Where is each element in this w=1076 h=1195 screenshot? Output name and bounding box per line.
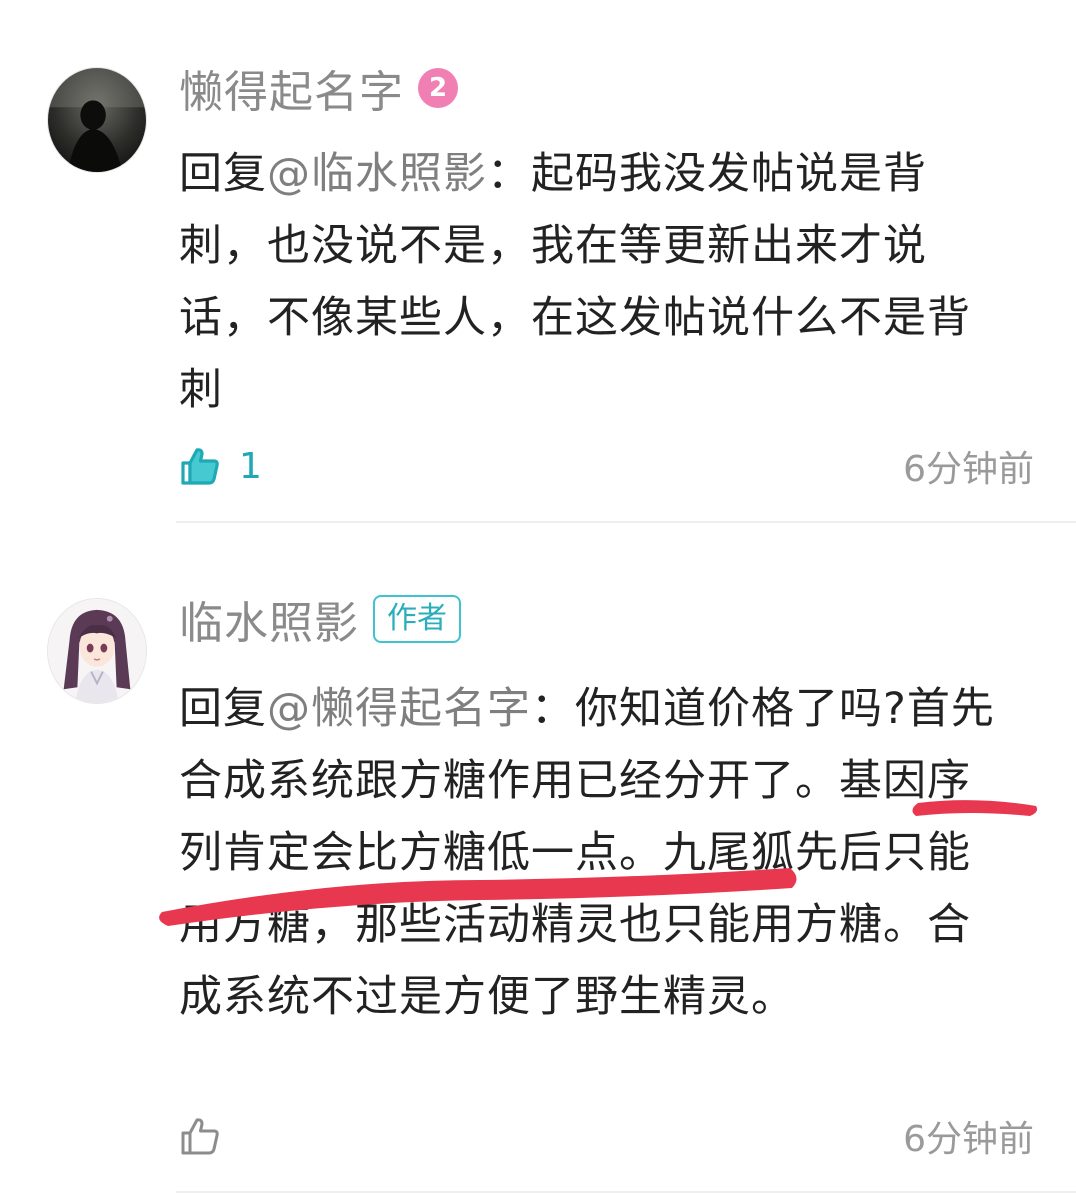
avatar[interactable]: [47, 598, 147, 704]
username[interactable]: 懒得起名字: [179, 56, 404, 120]
avatar[interactable]: [47, 67, 147, 173]
comment-item: 临水照影 作者 回复@懒得起名字：你知道价格了吗?首先合成系统跟方糖作用已经分开…: [0, 523, 1076, 1195]
reply-prefix: 回复: [179, 684, 267, 734]
comment-text: 回复@临水照影：起码我没发帖说是背刺，也没说不是，我在等更新出来才说话，不像某些…: [179, 138, 1009, 426]
reply-prefix: 回复: [179, 149, 267, 199]
author-badge: 作者: [373, 595, 461, 643]
comment-header: 临水照影 作者: [179, 591, 461, 649]
comment-item: 懒得起名字 2 回复@临水照影：起码我没发帖说是背刺，也没说不是，我在等更新出来…: [0, 0, 1076, 522]
avatar-photo: [48, 68, 146, 172]
level-badge: 2: [418, 68, 458, 108]
thumbs-up-outline-icon: [181, 1118, 219, 1155]
comment-divider: [176, 1191, 1076, 1193]
comment-header: 懒得起名字 2: [179, 60, 458, 118]
like-button[interactable]: 1: [179, 445, 262, 487]
comment-text: 回复@懒得起名字：你知道价格了吗?首先合成系统跟方糖作用已经分开了。基因序列肯定…: [179, 673, 1009, 1033]
thumbs-up-filled-icon: [181, 448, 219, 485]
like-button[interactable]: [179, 1115, 221, 1157]
timestamp: 6分钟前: [903, 1119, 1034, 1160]
like-count: 1: [239, 445, 262, 487]
timestamp: 6分钟前: [903, 449, 1034, 490]
comment-content: ：你知道价格了吗?首先合成系统跟方糖作用已经分开了。基因序列肯定会比方糖低一点。…: [179, 684, 995, 1022]
comment-footer: 6分钟前: [179, 1108, 1034, 1164]
avatar-illustration: [48, 599, 146, 703]
username[interactable]: 临水照影: [179, 587, 359, 651]
mention-link[interactable]: @懒得起名字: [267, 684, 531, 734]
mention-link[interactable]: @临水照影: [267, 149, 487, 199]
comment-footer: 1 6分钟前: [179, 438, 1034, 494]
